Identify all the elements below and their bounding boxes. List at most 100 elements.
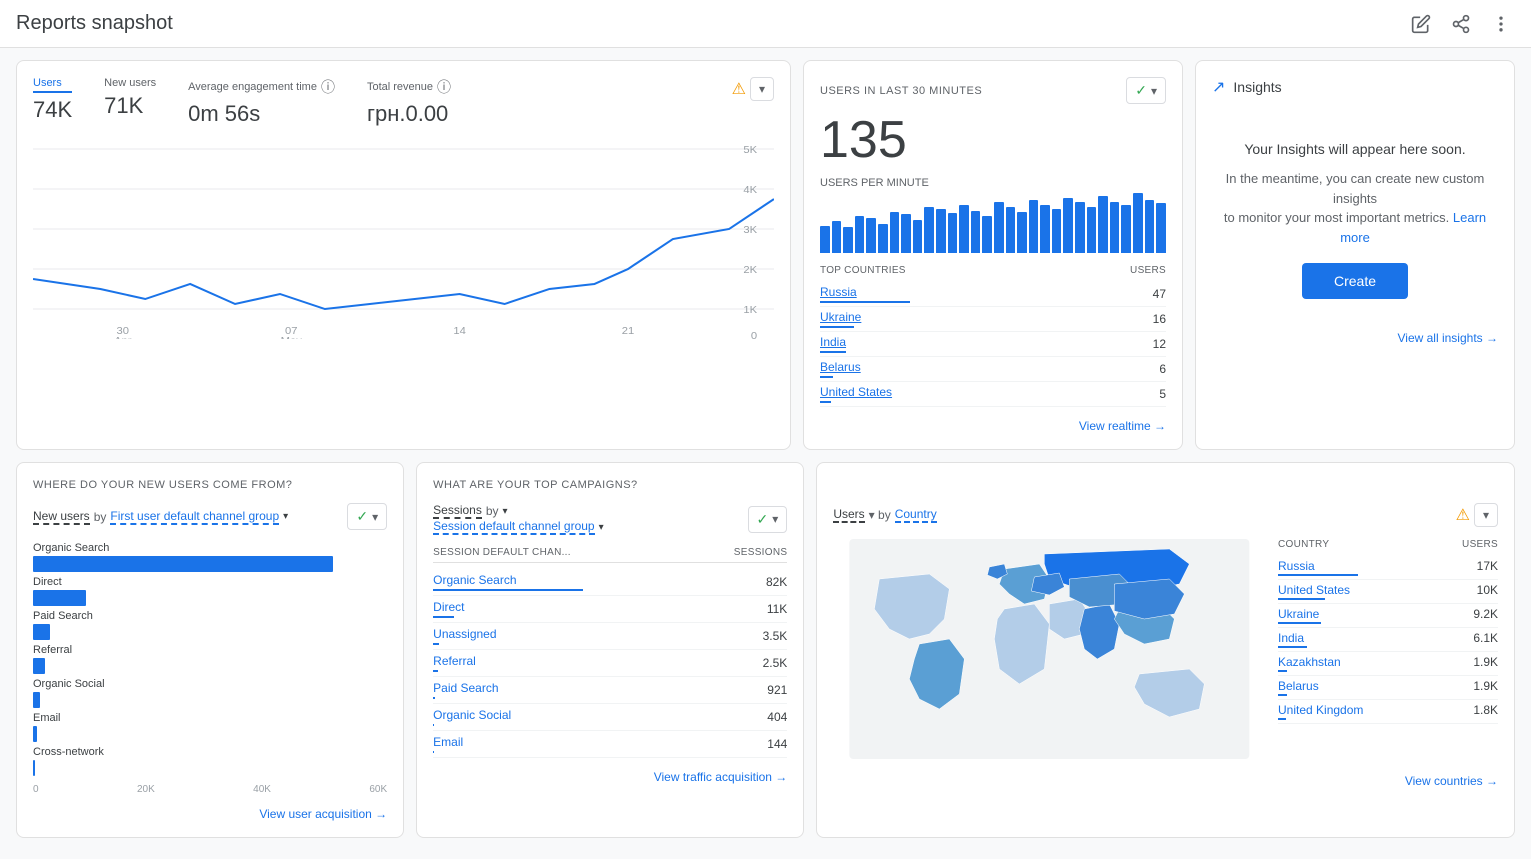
country-name[interactable]: Ukraine (820, 310, 861, 324)
geo-country-name[interactable]: India (1278, 631, 1307, 645)
revenue-info-icon[interactable]: ⓘ (437, 77, 451, 97)
edit-icon[interactable] (1407, 10, 1435, 38)
user-acq-dropdown[interactable]: ✓ ▾ (347, 503, 387, 530)
realtime-bar (948, 213, 958, 254)
country-name[interactable]: United States (820, 385, 892, 399)
campaigns-label-row: Sessions by ▾ Session default channel gr… (433, 503, 787, 535)
country-name[interactable]: Russia (820, 285, 910, 299)
users-overview-card: Users 74K New users 71K Average engageme… (16, 60, 791, 450)
campaigns-dropdown[interactable]: ✓ ▾ (748, 506, 788, 533)
card1-dropdown[interactable]: ▾ (750, 77, 774, 101)
horiz-bar-label: Organic Search (33, 542, 387, 554)
realtime-bar (901, 214, 911, 253)
geo-country-row: India 6.1K (1278, 628, 1498, 652)
chart-dimension-label[interactable]: First user default channel group (110, 509, 279, 525)
realtime-bar (959, 205, 969, 253)
country-bar (820, 401, 831, 403)
sessions-label[interactable]: Sessions (433, 503, 482, 519)
realtime-bar (936, 209, 946, 253)
session-name[interactable]: Direct (433, 600, 464, 614)
main-content: Users 74K New users 71K Average engageme… (0, 48, 1531, 850)
view-countries-row: View countries → (833, 774, 1498, 788)
countries-list: Russia 47 Ukraine 16 India 12 Belarus 6 … (820, 282, 1166, 407)
geo-metric-label[interactable]: Users (833, 507, 864, 523)
geo-country-value: 6.1K (1473, 631, 1498, 648)
share-icon[interactable] (1447, 10, 1475, 38)
users-label[interactable]: Users (33, 77, 72, 93)
view-realtime-link[interactable]: View realtime → (1079, 419, 1166, 433)
geo-country-name[interactable]: Ukraine (1278, 607, 1321, 621)
session-col: Unassigned (433, 627, 496, 645)
view-all-insights-link[interactable]: View all insights → (1398, 331, 1499, 345)
create-button[interactable]: Create (1302, 263, 1408, 299)
geo-country-value: 1.9K (1473, 679, 1498, 696)
session-value: 11K (767, 602, 787, 616)
session-col: Organic Search (433, 573, 583, 591)
geo-country-row: Belarus 1.9K (1278, 676, 1498, 700)
revenue-value: грн.0.00 (367, 101, 451, 127)
svg-text:14: 14 (453, 326, 466, 337)
horiz-bar-label: Email (33, 712, 387, 724)
geo-country-bar (1278, 646, 1307, 648)
session-name[interactable]: Paid Search (433, 681, 498, 695)
countries-header: TOP COUNTRIES USERS (820, 265, 1166, 276)
horiz-bar (33, 624, 50, 640)
session-name[interactable]: Referral (433, 654, 476, 668)
campaigns-dropdown-arrow[interactable]: ▾ (503, 506, 508, 517)
realtime-dropdown[interactable]: ✓ ▾ (1126, 77, 1166, 104)
realtime-bar (1121, 205, 1131, 253)
geo-country-row: Ukraine 9.2K (1278, 604, 1498, 628)
session-channel-arrow[interactable]: ▾ (599, 522, 604, 533)
chart-metric-label[interactable]: New users (33, 509, 90, 525)
info-icon[interactable]: ⓘ (321, 77, 335, 97)
realtime-bar (1098, 196, 1108, 253)
session-name[interactable]: Organic Social (433, 708, 511, 722)
users-value: 74K (33, 97, 72, 123)
view-countries-link[interactable]: View countries → (1405, 774, 1498, 788)
horiz-bar (33, 726, 37, 742)
geo-dimension[interactable]: Country (895, 507, 937, 523)
x-axis-label: 60K (369, 784, 387, 795)
more-icon[interactable] (1487, 10, 1515, 38)
session-value: 3.5K (763, 629, 788, 643)
session-bar (433, 724, 434, 726)
chart-dropdown-arrow[interactable]: ▾ (283, 511, 288, 522)
session-name[interactable]: Unassigned (433, 627, 496, 641)
metrics-row: Users 74K New users 71K Average engageme… (33, 77, 451, 127)
geo-country-name[interactable]: Belarus (1278, 679, 1319, 693)
realtime-bar (1075, 202, 1085, 253)
realtime-bar (1029, 200, 1039, 254)
horiz-bar (33, 658, 45, 674)
session-channel-label[interactable]: Session default channel group (433, 519, 594, 535)
insights-sub-text: In the meantime, you can create new cust… (1212, 169, 1498, 247)
realtime-bar (832, 221, 842, 253)
geo-country-col: United States (1278, 583, 1350, 600)
geo-country-name[interactable]: Kazakhstan (1278, 655, 1341, 669)
geo-list-header: COUNTRY USERS (1278, 539, 1498, 550)
session-name[interactable]: Email (433, 735, 463, 749)
view-user-acq-row: View user acquisition → (33, 807, 387, 821)
country-name[interactable]: India (820, 335, 846, 349)
realtime-bar (1052, 209, 1062, 253)
revenue-metric: Total revenue ⓘ грн.0.00 (367, 77, 451, 127)
country-col: India (820, 335, 846, 353)
geo-country-name[interactable]: United States (1278, 583, 1350, 597)
country-name[interactable]: Belarus (820, 360, 861, 374)
session-name[interactable]: Organic Search (433, 573, 583, 587)
realtime-bar (820, 226, 830, 254)
geo-country-list: COUNTRY USERS Russia 17K United States 1… (1278, 539, 1498, 762)
geo-country-name[interactable]: United Kingdom (1278, 703, 1363, 717)
session-bar (433, 643, 439, 645)
geo-country-name[interactable]: Russia (1278, 559, 1358, 573)
geo-dropdown[interactable]: ▾ (1474, 503, 1498, 527)
geo-country-row: United States 10K (1278, 580, 1498, 604)
geo-country-rows: Russia 17K United States 10K Ukraine 9.2… (1278, 556, 1498, 724)
horiz-bar (33, 692, 40, 708)
campaigns-card: WHAT ARE YOUR TOP CAMPAIGNS? Sessions by… (416, 462, 804, 838)
horizontal-bar-chart: Organic Search Direct Paid Search Referr… (33, 542, 387, 776)
geo-card-inner: COUNTRY USERS Russia 17K United States 1… (833, 539, 1498, 762)
view-traffic-link[interactable]: View traffic acquisition → (654, 770, 788, 784)
realtime-bar (1156, 203, 1166, 253)
view-user-acq-link[interactable]: View user acquisition → (259, 807, 387, 821)
geo-country-value: 17K (1477, 559, 1498, 576)
